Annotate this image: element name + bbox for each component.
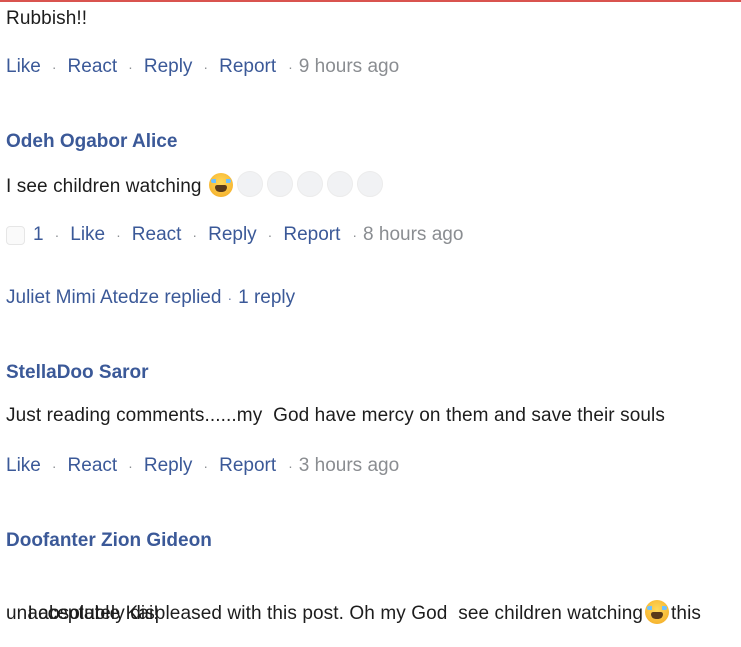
separator-dot: · [352,227,358,243]
comment-author[interactable]: Doofanter Zion Gideon [6,529,212,553]
react-link[interactable]: React [68,454,118,478]
reply-link[interactable]: Reply [144,454,193,478]
emoji-placeholder-icon [266,171,293,197]
emoji-placeholder-icon [236,171,263,197]
timestamp: 3 hours ago [298,455,400,476]
separator-dot: · [116,227,121,243]
separator-dot: · [54,227,60,243]
emoji-placeholder-icon [326,171,353,197]
comment-text-row: I see children watching [6,171,385,202]
like-link[interactable]: Like [6,55,41,79]
reaction-count[interactable]: 1 [33,223,44,247]
report-link[interactable]: Report [219,454,276,478]
reply-link[interactable]: Reply [208,223,257,247]
separator-dot: · [267,227,273,243]
comment-text: I see children watching [6,176,202,197]
comment-actions: Like · React · Reply · Report · 3 hours … [6,454,399,478]
timestamp: 9 hours ago [298,56,400,77]
comment: Rubbish!! [6,4,87,34]
replies-count[interactable]: 1 reply [238,287,295,308]
separator-dot: · [288,59,293,75]
report-link[interactable]: Report [219,55,276,79]
separator-dot: · [51,59,57,75]
separator-dot: · [227,290,233,306]
emoji-placeholder-icon [296,171,323,197]
comment-actions: 1 · Like · React · Reply · Report · 8 ho… [6,223,463,247]
comment-text-continued: this [671,603,701,624]
comment-text: Rubbish!! [6,8,88,29]
reaction-icon[interactable] [6,225,25,245]
comment-text: Just reading comments......my God have m… [6,405,665,426]
separator-dot: · [128,59,133,75]
separator-dot: · [51,458,57,474]
separator-dot: · [288,458,293,474]
like-link[interactable]: Like [6,454,41,478]
react-link[interactable]: React [132,223,182,247]
like-link[interactable]: Like [70,223,105,247]
separator-dot: · [192,227,198,243]
react-link[interactable]: React [68,55,118,79]
comment-text-line2: unacceptable Kai! [6,603,159,624]
top-divider [0,0,741,2]
replies-link[interactable]: Juliet Mimi Atedze replied · 1 reply [6,286,295,310]
report-link[interactable]: Report [283,223,340,247]
loudly-crying-face-icon [208,173,233,197]
emoji-placeholder-icon [356,171,383,197]
separator-dot: · [203,458,209,474]
separator-dot: · [203,59,209,75]
reply-link[interactable]: Reply [144,55,193,79]
comment-author[interactable]: Odeh Ogabor Alice [6,130,177,154]
replies-summary[interactable]: Juliet Mimi Atedze replied [6,287,221,308]
timestamp: 8 hours ago [363,224,464,245]
separator-dot: · [128,458,133,474]
comment-actions: Like · React · Reply · Report · 9 hours … [6,55,399,79]
loudly-crying-face-icon [645,600,670,624]
comment-author[interactable]: StellaDoo Saror [6,361,149,385]
